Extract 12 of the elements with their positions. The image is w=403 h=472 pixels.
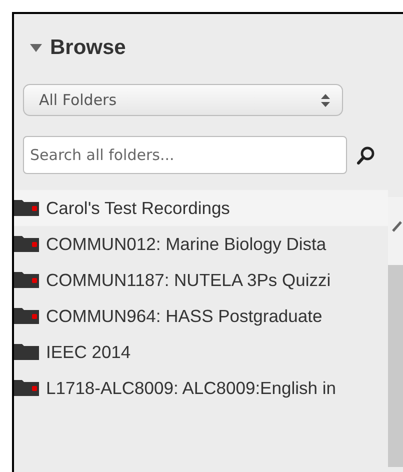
folder-name[interactable]: IEEC 2014 [46, 342, 131, 362]
folder-name[interactable]: COMMUN012: Marine Biology Dista [46, 234, 326, 254]
search-icon[interactable] [357, 146, 375, 164]
search-field[interactable]: Search all folders... [23, 136, 347, 174]
folder-dropdown[interactable]: All Folders [23, 84, 343, 116]
collapse-triangle-icon[interactable] [30, 43, 42, 53]
up-down-arrows-icon [321, 94, 330, 106]
folder-name[interactable]: COMMUN1187: NUTELA 3Ps Quizzi [46, 270, 331, 290]
scrollbar[interactable] [388, 197, 403, 467]
browse-heading: Browse [50, 36, 126, 60]
folder-name[interactable]: COMMUN964: HASS Postgraduate [46, 306, 322, 326]
folder-name[interactable]: L1718-ALC8009: ALC8009:English in [46, 378, 336, 398]
